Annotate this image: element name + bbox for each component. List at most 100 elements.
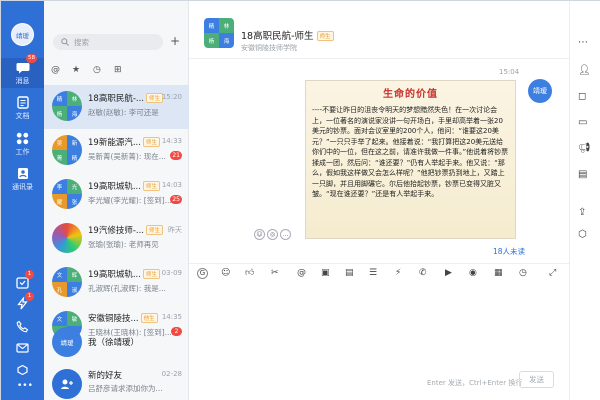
nav-work[interactable]: 工作 <box>1 132 44 157</box>
send-button[interactable]: 发送 <box>519 371 554 388</box>
conversation-title: 19新能源汽... 师生 <box>88 136 160 148</box>
group-avatar: 李光 耀张 <box>52 179 82 209</box>
star-filter-icon[interactable]: ★ <box>72 65 80 75</box>
search-input[interactable]: 搜索 <box>53 34 163 50</box>
chat-group-avatar[interactable]: 精林 杨海 <box>204 18 234 48</box>
mail-icon[interactable] <box>16 342 29 354</box>
image-text: ----不要让昨日的沮丧令明天的梦想黯然失色！在一次讨论会上，一位著名的演说家没… <box>312 106 509 198</box>
conversation-item[interactable]: 精林 杨海 18高职民航-... 师生 15:20 赵敏(赵敏): 李可还是 <box>44 85 189 129</box>
reply-icon[interactable]: ◎ <box>267 229 278 240</box>
announcement-icon[interactable]: 📢︎ <box>578 143 591 154</box>
conversation-preview: 李光耀(李光耀): [签到]... <box>88 196 172 205</box>
add-member-icon[interactable]: 👤︎ <box>578 65 591 76</box>
gif-icon[interactable]: G <box>197 268 208 279</box>
conversation-item[interactable]: 19汽修技师-... 师生 昨天 张瑜(张瑜): 老师再见 <box>44 217 189 261</box>
compose-toolbar: G ☺ 👍︎ ✂ @ ▣ ▤ ☰ ⚡︎ ✆ ▶ ◉ ▦ ◷ ⤢ <box>189 263 569 281</box>
chat-bubble-icon <box>16 63 29 74</box>
nav-label: 工作 <box>15 148 30 156</box>
unread-count-link[interactable]: 18人未读 <box>493 246 525 257</box>
conversation-time: 15:20 <box>161 93 182 101</box>
conversation-preview: 吕舒彦请求添加你为... <box>88 384 163 393</box>
document-icon <box>16 96 29 109</box>
conversation-preview: 赵敏(赵敏): 李可还是 <box>88 108 159 117</box>
message-actions: ☺ ◎… <box>254 229 293 240</box>
record-icon[interactable]: ◉ <box>469 268 477 278</box>
expand-icon[interactable]: ⤢ <box>549 268 556 278</box>
left-nav: 靖瑷 消息 58 文档 工作 通讯录 1 1 ••• <box>1 1 44 400</box>
image-icon[interactable]: ▤ <box>345 268 354 278</box>
emoji-react-icon[interactable]: ☺ <box>254 229 265 240</box>
chat-header: 精林 杨海 18高职民航-师生 师生 安徽铜陵技师学院 <box>189 1 569 59</box>
conversation-preview: 张瑜(张瑜): 老师再见 <box>88 240 159 249</box>
conversation-item-self[interactable]: 靖瑷 我（徐靖瑷） <box>44 321 189 361</box>
group-filter-icon[interactable]: ⊞ <box>114 65 122 75</box>
thumbs-up-icon[interactable]: 👍︎ <box>245 268 254 278</box>
calendar-icon[interactable]: ▦ <box>494 268 503 278</box>
nav-messages[interactable]: 消息 <box>1 58 44 88</box>
sender-avatar[interactable]: 靖瑷 <box>528 79 552 103</box>
conversation-time: 03-09 <box>161 269 182 277</box>
nav-contacts[interactable]: 通讯录 <box>1 167 44 192</box>
add-friend-icon <box>61 379 73 389</box>
more-options-icon[interactable]: ⋯ <box>578 37 588 48</box>
conversation-time: 昨天 <box>168 226 182 234</box>
nav-label: 通讯录 <box>12 183 33 191</box>
more-actions-icon[interactable]: … <box>280 229 291 240</box>
folder-icon[interactable]: ▭ <box>578 117 587 128</box>
calendar-badge: 1 <box>25 270 34 279</box>
message-input[interactable] <box>189 283 569 369</box>
emoji-icon[interactable]: ☺ <box>221 268 230 278</box>
group-avatar-photo <box>52 223 82 253</box>
group-avatar: 吴新 菁精 <box>52 135 82 165</box>
export-icon[interactable]: ⇪ <box>578 207 586 218</box>
phone-icon[interactable] <box>16 320 29 333</box>
user-avatar[interactable]: 靖瑷 <box>11 23 34 46</box>
conversation-item[interactable]: 吴新 菁精 19新能源汽... 师生 14:33 吴新菁(吴新菁): 现在... … <box>44 129 189 173</box>
chat-panel: 精林 杨海 18高职民航-师生 师生 安徽铜陵技师学院 15:04 靖瑷 生命的价… <box>189 1 569 400</box>
mention-icon[interactable]: @ <box>297 268 306 278</box>
group-avatar: 文辉 孔淑 <box>52 267 82 297</box>
conversation-title: 18高职民航-... 师生 <box>88 92 164 104</box>
group-avatar: 精林 杨海 <box>52 91 82 121</box>
folder-icon[interactable]: ▣ <box>321 268 330 278</box>
conversation-time: 14:03 <box>161 181 182 189</box>
conversation-time: 14:33 <box>161 137 182 145</box>
clock-filter-icon[interactable]: ◷ <box>93 65 101 75</box>
conversation-title: 新的好友 <box>88 371 123 381</box>
more-icon[interactable]: ••• <box>17 381 33 391</box>
conversation-item[interactable]: 文辉 孔淑 19高职城轨... 师生 03-09 孔淑辉(孔淑辉): 我是... <box>44 261 189 305</box>
message-time: 15:04 <box>499 68 520 76</box>
image-message[interactable]: 生命的价值 ----不要让昨日的沮丧令明天的梦想黯然失色！在一次讨论会上，一位著… <box>305 80 516 239</box>
conversation-item-new-friends[interactable]: 新的好友 02-28 吕舒彦请求添加你为... <box>44 363 189 400</box>
app-window: — ☐ ✕ 靖瑷 消息 58 文档 工作 通讯录 1 1 ••• <box>0 0 600 400</box>
cube-icon[interactable]: ⬡ <box>578 229 587 240</box>
unread-badge: 21 <box>170 151 182 160</box>
image-title: 生命的价值 <box>383 89 438 100</box>
conversation-preview: 吴新菁(吴新菁): 现在... <box>88 152 166 161</box>
conversation-title: 19高职城轨... 师生 <box>88 268 160 280</box>
conversation-item[interactable]: 李光 耀张 19高职城轨... 师生 14:03 李光耀(李光耀): [签到]..… <box>44 173 189 217</box>
history-icon[interactable]: ◷ <box>519 268 527 278</box>
nav-label: 文档 <box>15 112 30 120</box>
add-button[interactable]: + <box>167 34 183 50</box>
tv-icon[interactable]: ▤ <box>578 169 587 180</box>
unread-badge: 25 <box>170 195 182 204</box>
grid-apps-icon <box>16 132 29 145</box>
lightning-icon[interactable]: ⚡︎ <box>395 268 401 278</box>
list-icon[interactable]: ☰ <box>369 268 377 278</box>
scissors-icon[interactable]: ✂ <box>271 268 279 278</box>
chat-history-icon[interactable]: ◻ <box>578 91 586 102</box>
cloud-icon[interactable] <box>16 364 29 376</box>
new-friend-avatar <box>52 369 82 399</box>
self-avatar: 靖瑷 <box>52 327 82 357</box>
conversation-title: 19汽修技师-... 师生 <box>88 224 164 236</box>
nav-docs[interactable]: 文档 <box>1 96 44 121</box>
conversation-list: 搜索 + @ ★ ◷ ⊞ 精林 杨海 18高职民航-... 师生 15:20 赵敏… <box>44 1 189 400</box>
filter-row: @ ★ ◷ ⊞ <box>44 65 189 80</box>
contacts-icon <box>17 168 28 179</box>
video-icon[interactable]: ▶ <box>445 268 452 278</box>
mention-filter-icon[interactable]: @ <box>51 65 60 75</box>
call-icon[interactable]: ✆ <box>419 268 427 278</box>
right-toolbar: ⋯ 👤︎ ◻ ▭ 📢︎ ▤ ⇪ ⬡ <box>569 1 600 400</box>
messages-badge: 58 <box>26 54 37 63</box>
